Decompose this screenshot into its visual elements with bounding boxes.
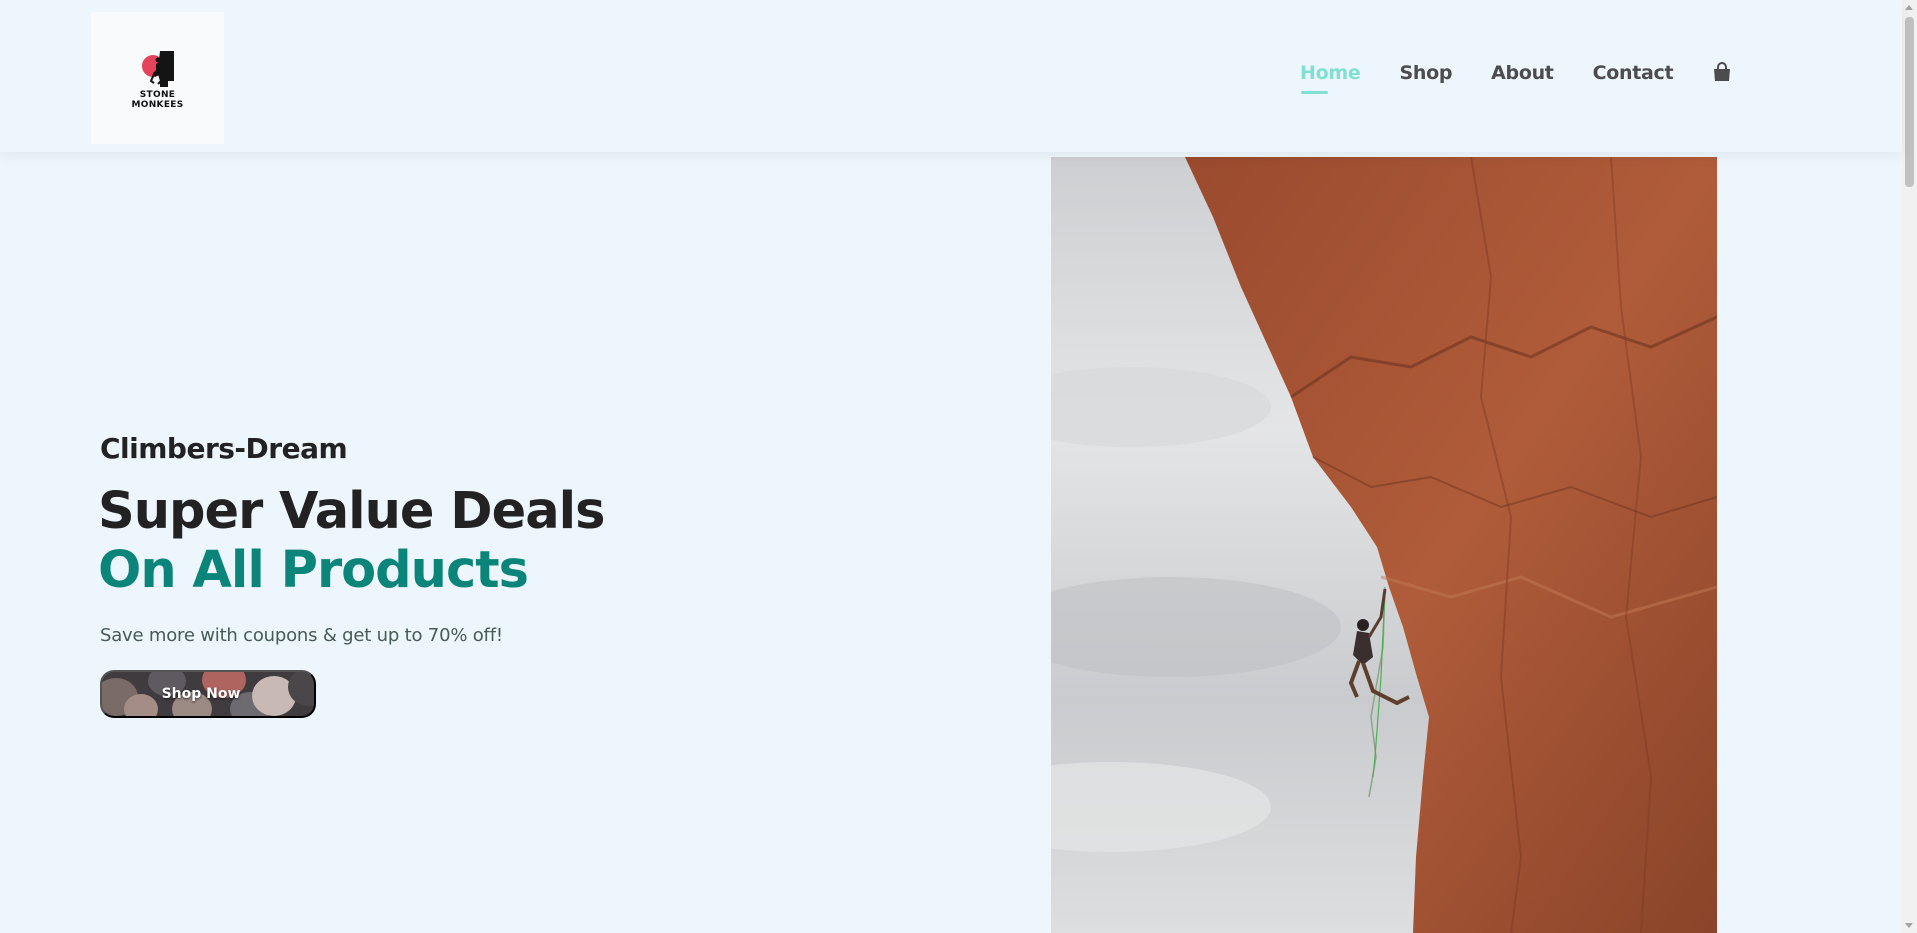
shop-now-button[interactable]: Shop Now xyxy=(100,670,316,718)
hero-climber-image xyxy=(1051,157,1717,933)
vertical-scrollbar[interactable] xyxy=(1902,0,1917,933)
shopping-bag-icon[interactable] xyxy=(1713,62,1731,82)
climber-on-cliff-image xyxy=(1051,157,1717,933)
nav-link-about[interactable]: About xyxy=(1491,62,1554,84)
scroll-down-arrow-icon[interactable] xyxy=(1905,923,1913,928)
nav-link-home[interactable]: Home xyxy=(1300,62,1361,94)
climber-logo-icon xyxy=(141,50,174,87)
brand-logo[interactable]: STONE MONKEES xyxy=(91,12,224,144)
logo-text-line1: STONE xyxy=(139,89,176,100)
nav-link-contact[interactable]: Contact xyxy=(1593,62,1674,84)
hero-title-line1: Super Value Deals xyxy=(98,482,605,541)
scroll-thumb[interactable] xyxy=(1905,17,1914,187)
page: STONE MONKEES Home Shop About Contact Cl… xyxy=(0,0,1917,933)
scroll-up-arrow-icon[interactable] xyxy=(1905,5,1913,10)
nav-link-shop[interactable]: Shop xyxy=(1399,62,1452,84)
shop-now-label: Shop Now xyxy=(161,686,241,702)
logo-text-line2: MONKEES xyxy=(131,99,184,110)
hero-subtitle: Climbers-Dream xyxy=(100,432,348,465)
hero-title-highlight: On All Products xyxy=(98,541,529,600)
hero-title: Super Value Deals On All Products xyxy=(98,482,605,600)
main-nav: Home Shop About Contact xyxy=(1300,62,1731,94)
hero-description: Save more with coupons & get up to 70% o… xyxy=(100,625,503,646)
logo-wordmark: STONE MONKEES xyxy=(132,90,184,110)
site-header: STONE MONKEES Home Shop About Contact xyxy=(0,0,1902,152)
